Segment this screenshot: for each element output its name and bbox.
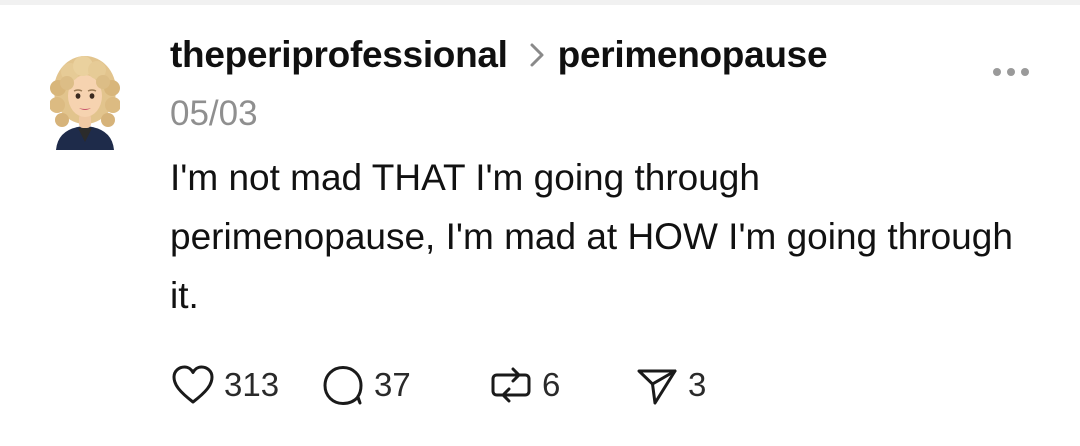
community-link[interactable]: perimenopause — [558, 34, 828, 76]
chevron-right-icon — [526, 40, 548, 70]
repost-icon — [491, 367, 531, 403]
reply-button[interactable]: 37 — [320, 363, 488, 407]
send-icon — [637, 369, 677, 405]
comment-bubble-icon — [323, 366, 363, 405]
avatar[interactable] — [49, 50, 121, 150]
username-link[interactable]: theperiprofessional — [170, 34, 508, 76]
action-bar: 313 37 6 3 — [170, 360, 734, 410]
heart-icon — [172, 365, 214, 404]
reply-count: 37 — [374, 366, 411, 403]
top-divider — [0, 0, 1080, 5]
repost-count: 6 — [542, 366, 561, 403]
share-button[interactable]: 3 — [634, 363, 734, 407]
more-options-icon — [993, 68, 1029, 76]
like-count: 313 — [224, 366, 280, 403]
memoji-avatar-icon — [49, 56, 121, 150]
repost-button[interactable]: 6 — [488, 363, 634, 407]
post-body: I'm not mad THAT I'm going through perim… — [170, 157, 1013, 316]
post-date: 05/03 — [170, 94, 258, 133]
like-button[interactable]: 313 — [170, 364, 320, 406]
share-count: 3 — [688, 366, 707, 403]
more-options-button[interactable] — [985, 60, 1037, 84]
post-header: theperiprofessional perimenopause — [170, 30, 828, 80]
